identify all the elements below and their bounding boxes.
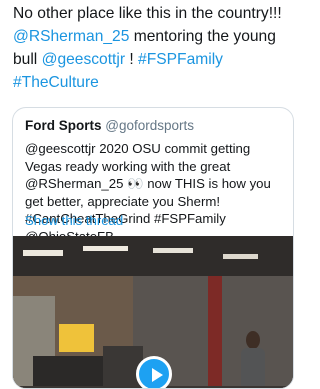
tweet-line-3: #TheCulture (13, 71, 297, 94)
mention-geescottjr[interactable]: @geescottjr (42, 51, 125, 68)
quoted-tweet-card[interactable]: Ford Sports @gofordsports @geescottjr 20… (12, 107, 294, 389)
quoted-tweet-header: Ford Sports @gofordsports (25, 117, 194, 135)
tweet-bang-text: ! (125, 51, 139, 68)
show-thread-link[interactable]: Show this thread (25, 213, 123, 228)
play-icon (152, 368, 163, 382)
play-button[interactable] (136, 356, 172, 388)
quoted-author-name[interactable]: Ford Sports (25, 118, 102, 133)
mention-rsherman[interactable]: @RSherman_25 (13, 28, 129, 45)
hashtag-theculture[interactable]: #TheCulture (13, 74, 99, 91)
video-thumbnail[interactable] (13, 236, 293, 388)
quoted-author-handle[interactable]: @gofordsports (105, 118, 194, 133)
tweet-line-2: @RSherman_25 mentoring the young bull @g… (13, 25, 297, 71)
eyes-emoji-icon: 👀 (127, 176, 144, 192)
quoted-tweet-body: @geescottjr 2020 OSU commit getting Vega… (25, 140, 289, 246)
hashtag-fspfamily[interactable]: #FSPFamily (138, 51, 223, 68)
tweet-text: No other place like this in the country!… (13, 2, 297, 94)
tweet-line-1: No other place like this in the country!… (13, 5, 282, 22)
